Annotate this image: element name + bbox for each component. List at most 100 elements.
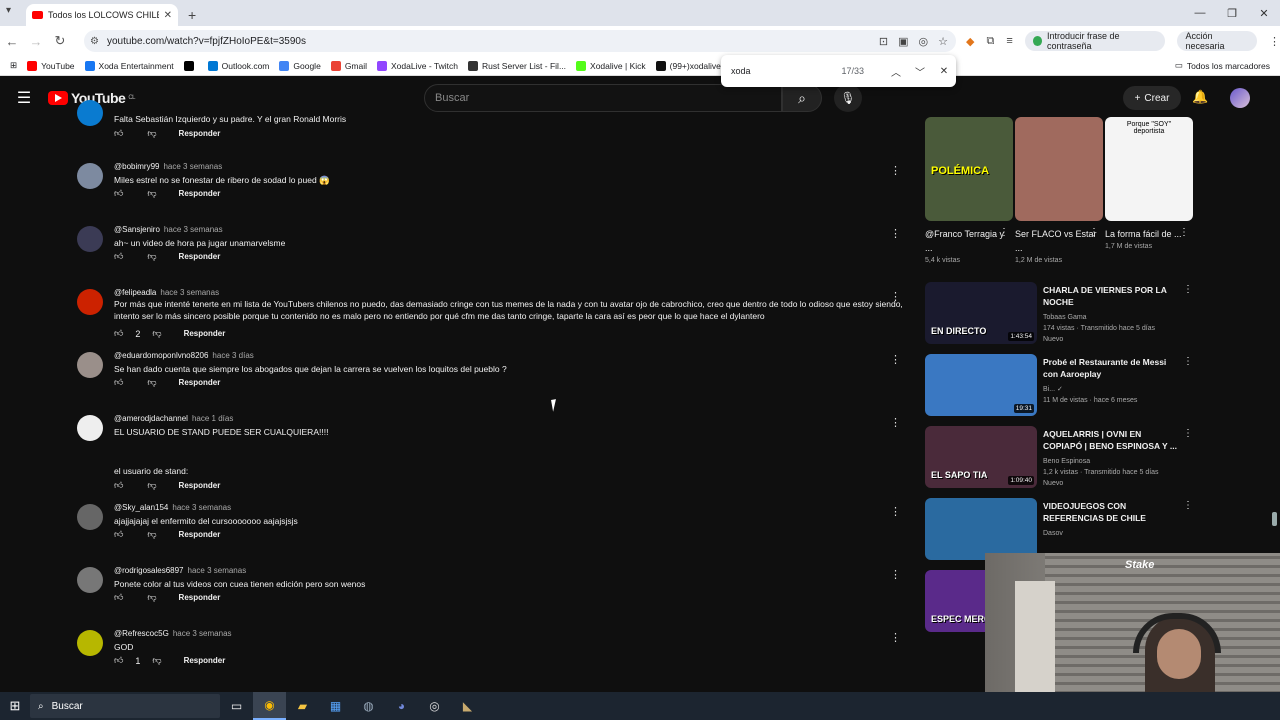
dislike-icon[interactable]: 👎︎ — [147, 480, 156, 491]
back-icon[interactable]: ← — [0, 34, 24, 49]
reply-button[interactable]: Responder — [179, 252, 221, 261]
video-item[interactable]: EL SAPO TIA 1:09:40 AQUELARRIS | OVNI EN C… — [925, 426, 1195, 498]
bookmark-item[interactable]: Xodalive | Kick — [576, 60, 646, 71]
browser-tab-active[interactable]: Todos los LOLCOWS CHILENOS ✕ — [26, 4, 178, 26]
task-view-icon[interactable]: ▭ — [220, 692, 253, 720]
reply-button[interactable]: Responder — [179, 189, 221, 198]
commenter-handle[interactable]: @Sky_alan154 — [114, 503, 168, 512]
video-menu-icon[interactable]: ⋮ — [1183, 356, 1193, 367]
short-menu-icon[interactable]: ⋮ — [1089, 227, 1099, 238]
comment-menu-icon[interactable]: ⋮ — [890, 505, 901, 518]
video-thumbnail[interactable] — [925, 498, 1037, 560]
find-close-icon[interactable]: ✕ — [932, 66, 956, 77]
metamask-icon[interactable]: ◆ — [966, 35, 974, 48]
short-thumbnail[interactable]: POLÉMICA — [925, 117, 1013, 221]
video-channel[interactable]: Beno Espinosa — [1043, 456, 1183, 467]
reload-icon[interactable]: ↻ — [48, 33, 72, 49]
account-avatar[interactable] — [1230, 88, 1250, 108]
video-menu-icon[interactable]: ⋮ — [1183, 284, 1193, 295]
windows-start-icon[interactable]: ⊞ — [0, 698, 30, 714]
comment-menu-icon[interactable]: ⋮ — [890, 290, 901, 303]
url-field[interactable]: ⚙ youtube.com/watch?v=fpjfZHoIoPE&t=3590… — [84, 30, 956, 52]
reply-button[interactable]: Responder — [184, 656, 226, 665]
install-app-icon[interactable]: ⊡ — [879, 35, 888, 48]
forward-icon[interactable]: → — [24, 34, 48, 49]
bookmark-item[interactable]: Xoda Entertainment — [84, 60, 174, 71]
video-item[interactable]: 19:31 Probé el Restaurante de Messi con A… — [925, 354, 1195, 426]
commenter-handle[interactable]: @eduardomoponlvno8206 — [114, 351, 208, 360]
bookmark-item[interactable] — [183, 60, 198, 71]
commenter-avatar[interactable] — [77, 289, 103, 315]
commenter-handle[interactable]: @bobimry99 — [114, 162, 159, 171]
comment-menu-icon[interactable]: ⋮ — [890, 353, 901, 366]
bookmark-item[interactable]: YouTube — [27, 60, 75, 71]
media-icon[interactable]: ≡ — [1006, 35, 1012, 47]
commenter-avatar[interactable] — [77, 163, 103, 189]
close-tab-icon[interactable]: ✕ — [164, 10, 172, 21]
discord-icon[interactable]: ◕ — [385, 692, 418, 720]
all-bookmarks[interactable]: ▭ Todos los marcadores — [1175, 60, 1270, 71]
video-title[interactable]: VIDEOJUEGOS CON REFERENCIAS DE CHILE — [1043, 500, 1179, 524]
commenter-handle[interactable]: @rodrigosales6897 — [114, 566, 184, 575]
create-button[interactable]: + Crear — [1123, 86, 1181, 110]
notifications-icon[interactable]: 🔔 — [1192, 89, 1208, 105]
like-icon[interactable]: 👍︎ — [114, 128, 123, 139]
file-explorer-icon[interactable]: ▰ — [286, 692, 319, 720]
commenter-handle[interactable]: @Sansjeniro — [114, 225, 160, 234]
dislike-icon[interactable]: 👎︎ — [152, 328, 161, 339]
commenter-handle[interactable]: @felipeadla — [114, 288, 156, 297]
comment-menu-icon[interactable]: ⋮ — [890, 164, 901, 177]
steam-icon[interactable]: ◍ — [352, 692, 385, 720]
like-icon[interactable]: 👍︎ — [114, 529, 123, 540]
new-tab-icon[interactable]: + — [188, 7, 196, 23]
short-menu-icon[interactable]: ⋮ — [1179, 227, 1189, 238]
commenter-avatar[interactable] — [77, 100, 103, 126]
find-input[interactable]: xoda — [731, 66, 841, 76]
short-thumbnail[interactable] — [1015, 117, 1103, 221]
close-window-icon[interactable]: ✕ — [1248, 7, 1280, 20]
bookmark-item[interactable]: Rust Server List - Fil... — [467, 60, 566, 71]
taskbar-search[interactable]: ⌕ Buscar — [30, 694, 220, 718]
extensions-icon[interactable]: ⧉ — [986, 35, 994, 48]
commenter-handle[interactable]: @Refrescoc5G — [114, 629, 169, 638]
bookmark-item[interactable]: (99+)xodalive ( — [655, 60, 726, 71]
dislike-icon[interactable]: 👎︎ — [147, 128, 156, 139]
scrollbar-thumb[interactable] — [1272, 512, 1277, 526]
commenter-avatar[interactable] — [77, 352, 103, 378]
like-icon[interactable]: 👍︎ — [114, 188, 123, 199]
commenter-avatar[interactable] — [77, 504, 103, 530]
comment-menu-icon[interactable]: ⋮ — [890, 631, 901, 644]
restore-icon[interactable]: ❐ — [1216, 7, 1248, 20]
comment-menu-icon[interactable]: ⋮ — [890, 416, 901, 429]
video-title[interactable]: Probé el Restaurante de Messi con Aaroep… — [1043, 356, 1179, 380]
reply-button[interactable]: Responder — [179, 378, 221, 387]
video-menu-icon[interactable]: ⋮ — [1183, 428, 1193, 439]
video-thumbnail[interactable]: EN DIRECTO 1:43:54 — [925, 282, 1037, 344]
action-needed-button[interactable]: Acción necesaria — [1177, 31, 1257, 51]
reply-button[interactable]: Responder — [179, 530, 221, 539]
apps-icon[interactable]: ⊞ — [10, 60, 17, 71]
like-icon[interactable]: 👍︎ — [114, 655, 123, 666]
video-menu-icon[interactable]: ⋮ — [1183, 500, 1193, 511]
bookmark-item[interactable]: XodaLive - Twitch — [377, 60, 458, 71]
commenter-handle[interactable]: @amerodjdachannel — [114, 414, 188, 423]
reader-icon[interactable]: ▣ — [898, 35, 908, 48]
short-thumbnail[interactable]: Porque "SOY" deportista — [1105, 117, 1193, 221]
like-icon[interactable]: 👍︎ — [114, 592, 123, 603]
video-title[interactable]: CHARLA DE VIERNES POR LA NOCHE — [1043, 284, 1179, 308]
reply-button[interactable]: Responder — [179, 481, 221, 490]
commenter-avatar[interactable] — [77, 630, 103, 656]
bookmark-item[interactable]: Outlook.com — [207, 60, 269, 71]
like-icon[interactable]: 👍︎ — [114, 328, 123, 339]
reply-button[interactable]: Responder — [179, 593, 221, 602]
like-icon[interactable]: 👍︎ — [114, 377, 123, 388]
dislike-icon[interactable]: 👎︎ — [147, 529, 156, 540]
short-menu-icon[interactable]: ⋮ — [999, 227, 1009, 238]
like-icon[interactable]: 👍︎ — [114, 480, 123, 491]
minimize-icon[interactable]: — — [1184, 7, 1216, 19]
commenter-avatar[interactable] — [77, 567, 103, 593]
reply-button[interactable]: Responder — [179, 129, 221, 138]
comment-menu-icon[interactable]: ⋮ — [890, 568, 901, 581]
site-info-icon[interactable]: ⚙ — [90, 36, 99, 47]
like-icon[interactable]: 👍︎ — [114, 251, 123, 262]
